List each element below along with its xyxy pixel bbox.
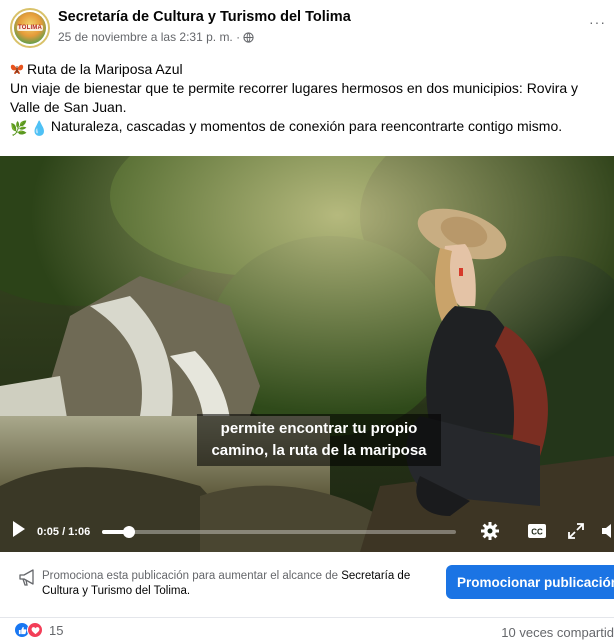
post-header: TOLIMA Secretaría de Cultura y Turismo d… xyxy=(0,0,614,58)
post-title: Ruta de la Mariposa Azul xyxy=(27,61,183,77)
avatar[interactable]: TOLIMA xyxy=(10,8,50,48)
video-controls: 0:05 / 1:06 CC xyxy=(0,512,614,552)
avatar-text: TOLIMA xyxy=(16,25,44,31)
post-tagline-line: 🌿 💧 Naturaleza, cascadas y momentos de con… xyxy=(10,117,610,138)
post-text: Ruta de la Mariposa Azul Un viaje de bie… xyxy=(10,60,610,138)
promotion-bar: Promociona esta publicación para aumenta… xyxy=(0,552,614,618)
cc-label: CC xyxy=(531,528,543,537)
video-frame xyxy=(0,156,614,552)
video-subtitle: permite encontrar tu propio camino, la r… xyxy=(197,414,441,466)
herb-icon: 🌿 xyxy=(10,120,28,136)
video-progress-thumb[interactable] xyxy=(122,526,135,538)
droplet-icon: 💧 xyxy=(30,120,48,136)
volume-icon[interactable] xyxy=(600,521,614,541)
promote-post-button[interactable]: Promocionar publicación xyxy=(446,565,614,599)
subtitle-line-1: permite encontrar tu propio xyxy=(220,420,418,437)
subtitle-line-2: camino, la ruta de la mariposa xyxy=(211,442,427,459)
post-title-line: Ruta de la Mariposa Azul xyxy=(10,60,610,79)
post-tagline: Naturaleza, cascadas y momentos de conex… xyxy=(50,118,563,134)
globe-icon xyxy=(243,31,254,43)
promotion-text-prefix: Promociona esta publicación para aumenta… xyxy=(42,570,342,582)
promotion-text: Promociona esta publicación para aumenta… xyxy=(42,569,437,599)
megaphone-icon xyxy=(19,569,34,586)
post-body: Un viaje de bienestar que te permite rec… xyxy=(10,80,579,115)
reactions-summary[interactable]: 15 xyxy=(14,622,63,638)
fullscreen-icon[interactable] xyxy=(566,521,586,541)
post-meta: 25 de noviembre a las 2:31 p. m. · xyxy=(58,30,254,44)
butterfly-icon xyxy=(10,64,24,74)
video-player[interactable]: permite encontrar tu propio camino, la r… xyxy=(0,156,614,552)
share-count[interactable]: 10 veces compartid xyxy=(501,625,614,640)
video-progress[interactable] xyxy=(102,526,456,538)
love-icon xyxy=(27,622,43,638)
avatar-logo: TOLIMA xyxy=(14,12,46,44)
settings-icon[interactable] xyxy=(480,521,500,541)
play-icon[interactable] xyxy=(12,520,26,538)
more-icon[interactable]: ··· xyxy=(589,14,606,30)
page-name[interactable]: Secretaría de Cultura y Turismo del Toli… xyxy=(58,9,351,25)
reaction-count: 15 xyxy=(49,622,64,638)
reaction-icons xyxy=(14,622,43,638)
cc-icon[interactable]: CC xyxy=(527,521,547,541)
video-time: 0:05 / 1:06 xyxy=(37,526,91,538)
post-timestamp[interactable]: 25 de noviembre a las 2:31 p. m. · xyxy=(58,30,240,44)
